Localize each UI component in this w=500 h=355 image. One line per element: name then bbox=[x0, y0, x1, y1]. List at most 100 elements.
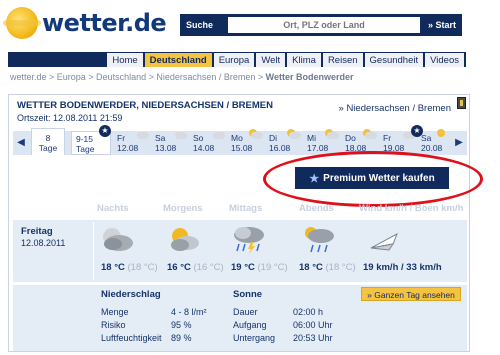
tab-label: 9-15 bbox=[76, 134, 94, 144]
temp-morgens: 16 °C (16 °C) bbox=[167, 262, 224, 273]
prev-arrow-icon[interactable]: ◀ bbox=[15, 134, 27, 152]
tab-day-date: 12.08 bbox=[117, 143, 139, 153]
tab-day-name: Di bbox=[269, 133, 278, 143]
tab-day-date: 13.08 bbox=[155, 143, 177, 153]
col-mittags: Mittags bbox=[229, 203, 263, 214]
wetter-logo[interactable]: wetter.de bbox=[3, 6, 167, 40]
nav-item-deutschland[interactable]: Deutschland bbox=[144, 53, 212, 67]
site-header: wetter.de Suche » Start bbox=[0, 0, 500, 48]
weather-panel: WETTER BODENWERDER, NIEDERSACHSEN / BREM… bbox=[8, 94, 483, 352]
menge-value: 4 - 8 l/m² bbox=[171, 307, 207, 317]
partly-sunny-icon bbox=[171, 228, 199, 251]
cloudy-night-icon bbox=[103, 228, 133, 251]
risiko-label: Risiko bbox=[101, 320, 126, 330]
aufgang-value: 06:00 Uhr bbox=[293, 320, 333, 330]
details-section: Niederschlag Menge 4 - 8 l/m² Risiko 95 … bbox=[13, 285, 467, 351]
aufgang-label: Aufgang bbox=[233, 320, 267, 330]
tab-day-name: Mo bbox=[231, 133, 243, 143]
breadcrumb-path[interactable]: wetter.de > Europa > Deutschland > Niede… bbox=[10, 72, 266, 82]
temp-value: 18 °C bbox=[101, 262, 125, 273]
battery-icon bbox=[457, 97, 466, 109]
tab-label: 8 bbox=[45, 133, 51, 143]
tab-day-date: 14.08 bbox=[193, 143, 215, 153]
highlight-circle bbox=[263, 151, 483, 207]
col-wind: Wind km/h / Böen km/h bbox=[359, 203, 464, 214]
col-nachts: Nachts bbox=[97, 203, 129, 214]
rain-icon bbox=[305, 227, 334, 253]
luftfeuchtigkeit-value: 89 % bbox=[171, 333, 192, 343]
tab-day-date: 15.08 bbox=[231, 143, 253, 153]
temp-feel: (18 °C) bbox=[325, 262, 356, 273]
col-abends: Abends bbox=[299, 203, 334, 214]
tab-day[interactable]: Sa 13.08 bbox=[151, 131, 189, 155]
next-arrow-icon[interactable]: ▶ bbox=[453, 134, 465, 152]
cloud-icon bbox=[175, 132, 187, 139]
search-input[interactable] bbox=[228, 17, 420, 33]
nav-item-videos[interactable]: Videos bbox=[425, 53, 464, 67]
wind-direction-icon bbox=[370, 232, 398, 251]
search-label: Suche bbox=[186, 20, 214, 30]
menge-label: Menge bbox=[101, 307, 129, 317]
wind-value: 19 km/h / 33 km/h bbox=[363, 262, 442, 273]
forecast-row: Freitag 12.08.2011 18 °C (18 °C) 16 °C (… bbox=[13, 220, 467, 282]
tab-day-name: Mi bbox=[307, 133, 316, 143]
untergang-label: Untergang bbox=[233, 333, 276, 343]
temp-mittags: 19 °C (19 °C) bbox=[231, 262, 288, 273]
region-link[interactable]: » Niedersachsen / Bremen bbox=[339, 103, 451, 114]
tab-day[interactable]: Di 16.08 bbox=[265, 129, 303, 155]
premium-star-icon: ★ bbox=[99, 125, 111, 137]
breadcrumb: wetter.de > Europa > Deutschland > Niede… bbox=[10, 72, 354, 82]
nav-item-europa[interactable]: Europa bbox=[213, 53, 255, 67]
temp-feel: (18 °C) bbox=[127, 262, 158, 273]
panel-header: WETTER BODENWERDER, NIEDERSACHSEN / BREM… bbox=[9, 95, 469, 125]
col-morgens: Morgens bbox=[163, 203, 203, 214]
tab-day-date: 16.08 bbox=[269, 143, 291, 153]
nav-item-klima[interactable]: Klima bbox=[287, 53, 321, 67]
temp-abends: 18 °C (18 °C) bbox=[299, 262, 356, 273]
luftfeuchtigkeit-label: Luftfeuchtigkeit bbox=[101, 333, 162, 343]
nav-item-reisen[interactable]: Reisen bbox=[322, 53, 363, 67]
tab-day-name: Fr bbox=[117, 133, 126, 143]
niederschlag-title: Niederschlag bbox=[101, 289, 161, 300]
tab-day-name: So bbox=[193, 133, 204, 143]
search-start-button[interactable]: » Start bbox=[428, 20, 456, 30]
forecast-date: 12.08.2011 bbox=[21, 238, 66, 248]
temp-feel: (16 °C) bbox=[193, 262, 224, 273]
breadcrumb-current: Wetter Bodenwerder bbox=[265, 72, 354, 82]
cloud-icon bbox=[365, 132, 377, 139]
tab-day[interactable]: Fr 12.08 bbox=[113, 131, 151, 155]
temp-value: 18 °C bbox=[299, 262, 323, 273]
tab-day-name: Do bbox=[345, 133, 356, 143]
cloud-icon bbox=[213, 132, 225, 139]
search-bar: Suche » Start bbox=[180, 14, 462, 36]
risiko-value: 95 % bbox=[171, 320, 192, 330]
temp-feel: (19 °C) bbox=[257, 262, 288, 273]
sonne-title: Sonne bbox=[233, 289, 263, 300]
nav-item-welt[interactable]: Welt bbox=[256, 53, 286, 67]
cloud-icon bbox=[251, 132, 263, 139]
tab-day[interactable]: Mo 15.08 bbox=[227, 129, 265, 155]
main-nav: Home Deutschland Europa Welt Klima Reise… bbox=[8, 52, 466, 67]
cloud-icon bbox=[137, 132, 149, 139]
cloud-icon bbox=[289, 132, 301, 139]
ganzen-tag-button[interactable]: » Ganzen Tag ansehen bbox=[361, 287, 461, 301]
dauer-label: Dauer bbox=[233, 307, 258, 317]
tab-sublabel: Tage bbox=[38, 143, 58, 153]
tab-day-date: 17.08 bbox=[307, 143, 329, 153]
divider bbox=[93, 222, 94, 280]
cloud-icon bbox=[327, 132, 339, 139]
temp-nachts: 18 °C (18 °C) bbox=[101, 262, 158, 273]
dauer-value: 02:00 h bbox=[293, 307, 324, 317]
tab-sublabel: Tage bbox=[76, 144, 95, 154]
tab-day[interactable]: Sa 20.08 bbox=[417, 129, 453, 155]
logo-text: wetter.de bbox=[42, 9, 167, 37]
thunderstorm-icon bbox=[234, 227, 264, 254]
tab-day-date: 20.08 bbox=[421, 143, 443, 153]
nav-item-gesundheit[interactable]: Gesundheit bbox=[364, 53, 424, 67]
nav-item-home[interactable]: Home bbox=[107, 53, 143, 67]
temp-value: 16 °C bbox=[167, 262, 191, 273]
tab-8-tage[interactable]: 8 Tage bbox=[31, 128, 65, 155]
tab-day[interactable]: So 14.08 bbox=[189, 131, 227, 155]
forecast-day: Freitag bbox=[21, 226, 53, 237]
tab-day[interactable]: Mi 17.08 bbox=[303, 129, 341, 155]
